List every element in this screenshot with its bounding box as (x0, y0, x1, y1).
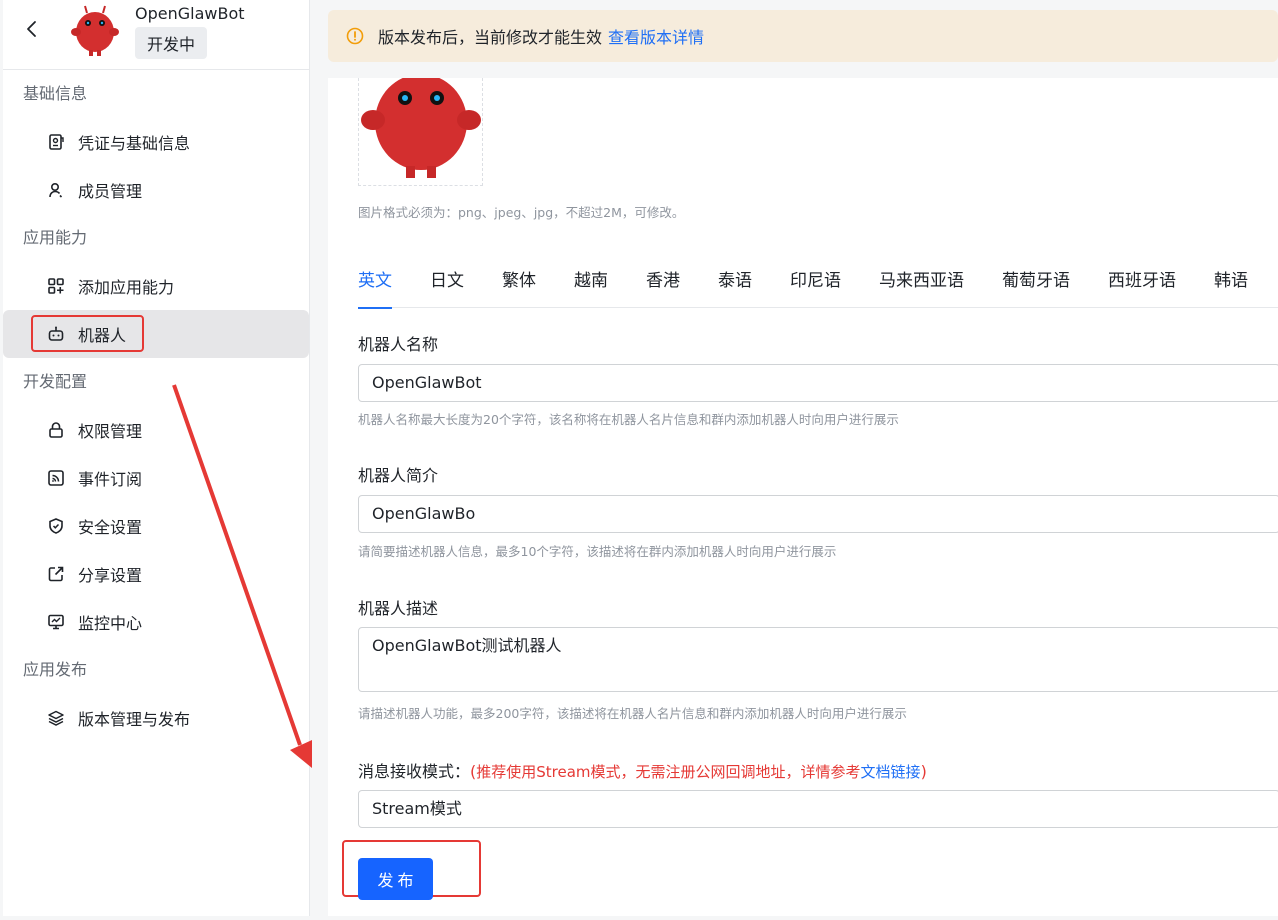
sidebar: OpenGlawBot 开发中 基础信息 凭证与基础信息 成员管理 应用能力 添… (3, 0, 310, 916)
sidebar-item-label: 成员管理 (78, 182, 143, 201)
sidebar-item-robot[interactable]: 机器人 (3, 310, 309, 358)
robot-desc-label: 机器人描述 (358, 599, 439, 618)
shield-icon (47, 517, 65, 535)
publish-button[interactable]: 发布 (358, 858, 433, 900)
tab-hongkong[interactable]: 香港 (646, 266, 680, 308)
sidebar-item-monitor[interactable]: 监控中心 (3, 598, 309, 646)
mode-note-close: ) (920, 762, 927, 781)
message-mode-note: 推荐使用Stream模式，无需注册公网回调地址，详情参考 (476, 763, 861, 781)
version-notice-banner: 版本发布后，当前修改才能生效 查看版本详情 (328, 10, 1278, 62)
sidebar-item-members[interactable]: 成员管理 (3, 166, 309, 214)
tab-japanese[interactable]: 日文 (430, 266, 464, 308)
sidebar-item-label: 版本管理与发布 (78, 710, 191, 729)
section-title-dev-config: 开发配置 (23, 372, 88, 391)
sidebar-item-label: 事件订阅 (78, 470, 143, 489)
grid-add-icon (47, 277, 65, 295)
message-mode-label: 消息接收模式：(推荐使用Stream模式，无需注册公网回调地址，详情参考文档链接… (358, 758, 927, 782)
app-window: OpenGlawBot 开发中 基础信息 凭证与基础信息 成员管理 应用能力 添… (0, 0, 1278, 920)
message-mode-select[interactable]: Stream模式 (358, 790, 1278, 828)
robot-mascot-icon (361, 78, 481, 178)
app-name: OpenGlawBot (135, 4, 245, 23)
sidebar-item-label: 分享设置 (78, 566, 143, 585)
notice-text: 版本发布后，当前修改才能生效 (378, 28, 603, 47)
credential-icon (47, 133, 65, 151)
lock-icon (47, 421, 65, 439)
robot-desc-textarea[interactable]: OpenGlawBot测试机器人 (358, 627, 1278, 692)
sidebar-item-credentials[interactable]: 凭证与基础信息 (3, 118, 309, 166)
view-version-details-link[interactable]: 查看版本详情 (608, 24, 704, 48)
tab-indonesian[interactable]: 印尼语 (790, 266, 841, 308)
app-avatar (67, 3, 123, 59)
chevron-left-icon (27, 21, 36, 37)
doc-link[interactable]: 文档链接 (861, 763, 921, 781)
message-mode-label-text: 消息接收模式： (358, 762, 471, 781)
sidebar-item-label: 凭证与基础信息 (78, 134, 191, 153)
section-title-release: 应用发布 (23, 660, 88, 679)
sidebar-item-label: 机器人 (78, 326, 127, 345)
robot-desc-hint: 请描述机器人功能，最多200字符，该描述将在机器人名片信息和群内添加机器人时向用… (358, 706, 907, 721)
main-panel: 版本发布后，当前修改才能生效 查看版本详情 图片格式必须为：png、jpeg、j… (328, 0, 1278, 916)
user-icon (47, 181, 65, 199)
sidebar-header: OpenGlawBot 开发中 (3, 0, 309, 70)
info-icon (346, 27, 364, 45)
sidebar-item-label: 权限管理 (78, 422, 143, 441)
monitor-icon (47, 613, 65, 631)
tab-portuguese[interactable]: 葡萄牙语 (1002, 266, 1070, 308)
status-badge: 开发中 (135, 27, 208, 59)
robot-intro-label: 机器人简介 (358, 466, 439, 485)
robot-mascot-icon (71, 5, 119, 56)
tab-vietnamese[interactable]: 越南 (574, 266, 608, 308)
robot-icon (47, 325, 65, 343)
sidebar-item-security[interactable]: 安全设置 (3, 502, 309, 550)
sidebar-item-permissions[interactable]: 权限管理 (3, 406, 309, 454)
robot-config-form: 图片格式必须为：png、jpeg、jpg，不超过2M，可修改。 英文 日文 繁体… (328, 78, 1278, 916)
robot-name-hint: 机器人名称最大长度为20个字符，该名称将在机器人名片信息和群内添加机器人时向用户… (358, 412, 899, 427)
tab-korean[interactable]: 韩语 (1214, 266, 1248, 308)
language-tabs: 英文 日文 繁体 越南 香港 泰语 印尼语 马来西亚语 葡萄牙语 西班牙语 韩语 (358, 266, 1278, 309)
share-icon (47, 565, 65, 583)
section-title-capabilities: 应用能力 (23, 228, 88, 247)
robot-intro-hint: 请简要描述机器人信息，最多10个字符，该描述将在群内添加机器人时向用户进行展示 (358, 544, 837, 559)
back-button[interactable] (21, 18, 43, 40)
tab-malay[interactable]: 马来西亚语 (879, 266, 964, 308)
sidebar-item-label: 安全设置 (78, 518, 143, 537)
tab-spanish[interactable]: 西班牙语 (1108, 266, 1176, 308)
tab-traditional-chinese[interactable]: 繁体 (502, 266, 536, 308)
sidebar-item-events[interactable]: 事件订阅 (3, 454, 309, 502)
robot-name-input[interactable]: OpenGlawBot (358, 364, 1278, 402)
sidebar-item-versions[interactable]: 版本管理与发布 (3, 694, 309, 742)
layers-icon (47, 709, 65, 727)
rss-icon (47, 469, 65, 487)
sidebar-item-share[interactable]: 分享设置 (3, 550, 309, 598)
robot-intro-input[interactable]: OpenGlawBo (358, 495, 1278, 533)
tab-english[interactable]: 英文 (358, 266, 392, 309)
robot-name-label: 机器人名称 (358, 335, 439, 354)
sidebar-item-label: 添加应用能力 (78, 278, 175, 297)
section-title-basic: 基础信息 (23, 84, 88, 103)
avatar-format-hint: 图片格式必须为：png、jpeg、jpg，不超过2M，可修改。 (358, 205, 685, 220)
robot-avatar-upload[interactable] (358, 78, 483, 186)
sidebar-item-label: 监控中心 (78, 614, 143, 633)
sidebar-item-add-capability[interactable]: 添加应用能力 (3, 262, 309, 310)
tab-thai[interactable]: 泰语 (718, 266, 752, 308)
